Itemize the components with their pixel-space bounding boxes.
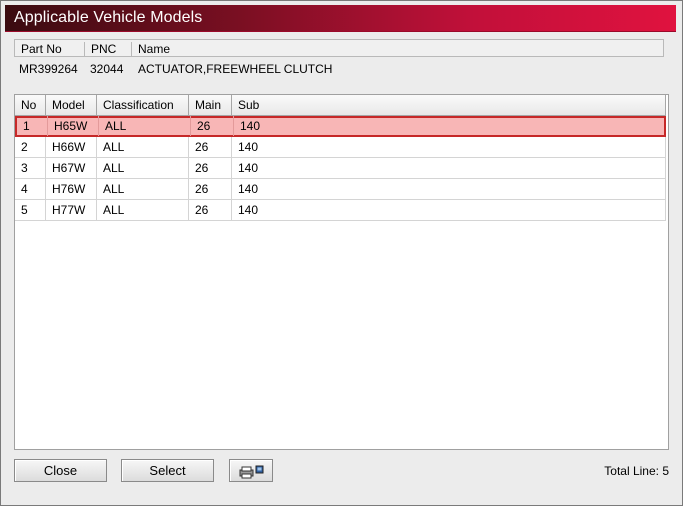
cell-sub: 140 — [232, 137, 666, 157]
column-header-main[interactable]: Main — [189, 95, 232, 115]
cell-main: 26 — [189, 137, 232, 157]
cell-sub: 140 — [232, 200, 666, 220]
cell-classification: ALL — [97, 158, 189, 178]
cell-sub: 140 — [232, 158, 666, 178]
cell-no: 1 — [17, 116, 48, 136]
cell-model: H76W — [46, 179, 97, 199]
cell-no: 3 — [15, 158, 46, 178]
table-row[interactable]: 1 H65W ALL 26 140 — [15, 116, 666, 137]
cell-sub: 140 — [232, 179, 666, 199]
cell-model: H67W — [46, 158, 97, 178]
part-info-values: MR399264 32044 ACTUATOR,FREEWHEEL CLUTCH — [14, 62, 664, 80]
cell-model: H77W — [46, 200, 97, 220]
print-button[interactable] — [229, 459, 273, 482]
column-header-model[interactable]: Model — [46, 95, 97, 115]
cell-no: 5 — [15, 200, 46, 220]
title-bar[interactable]: Applicable Vehicle Models — [5, 5, 676, 32]
total-line-label: Total Line: 5 — [604, 464, 669, 478]
printer-icon — [238, 464, 264, 479]
part-no-header: Part No — [15, 42, 85, 56]
window-title: Applicable Vehicle Models — [14, 9, 203, 26]
table-header: No Model Classification Main Sub — [15, 95, 666, 116]
table-row[interactable]: 5 H77W ALL 26 140 — [15, 200, 666, 221]
vehicle-models-table[interactable]: No Model Classification Main Sub 1 H65W … — [14, 94, 669, 450]
cell-classification: ALL — [99, 116, 191, 136]
part-no-value: MR399264 — [19, 62, 78, 76]
column-header-no[interactable]: No — [15, 95, 46, 115]
cell-no: 2 — [15, 137, 46, 157]
name-header: Name — [138, 42, 171, 56]
cell-classification: ALL — [97, 137, 189, 157]
table-row[interactable]: 3 H67W ALL 26 140 — [15, 158, 666, 179]
table-row[interactable]: 2 H66W ALL 26 140 — [15, 137, 666, 158]
pnc-value: 32044 — [90, 62, 124, 76]
cell-model: H66W — [46, 137, 97, 157]
table-row[interactable]: 4 H76W ALL 26 140 — [15, 179, 666, 200]
cell-main: 26 — [189, 179, 232, 199]
select-button[interactable]: Select — [121, 459, 214, 482]
cell-main: 26 — [191, 116, 234, 136]
column-header-classification[interactable]: Classification — [97, 95, 189, 115]
cell-no: 4 — [15, 179, 46, 199]
cell-sub: 140 — [240, 119, 261, 133]
cell-main: 26 — [189, 158, 232, 178]
pnc-header: PNC — [85, 42, 132, 56]
cell-main: 26 — [189, 200, 232, 220]
column-header-sub[interactable]: Sub — [232, 95, 666, 115]
close-button[interactable]: Close — [14, 459, 107, 482]
cell-model: H65W — [48, 116, 99, 136]
cell-classification: ALL — [97, 179, 189, 199]
part-info-header: Part No PNC Name — [14, 39, 664, 57]
cell-classification: ALL — [97, 200, 189, 220]
part-name-value: ACTUATOR,FREEWHEEL CLUTCH — [138, 62, 333, 76]
